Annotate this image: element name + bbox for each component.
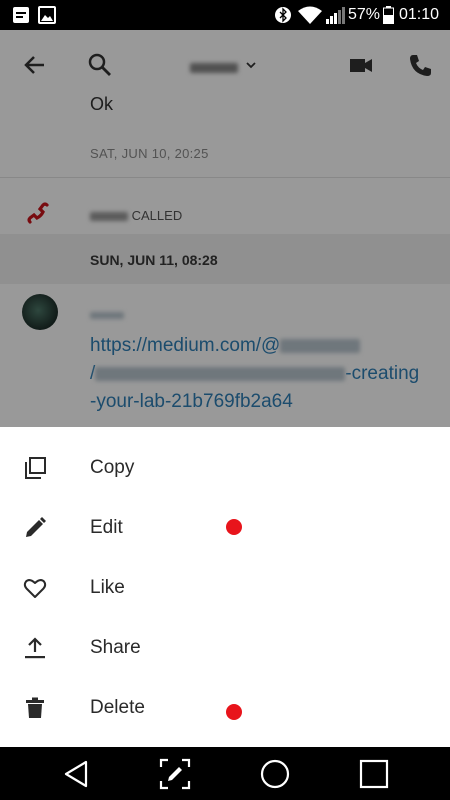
share-upload-icon [25, 637, 45, 659]
wifi-icon [298, 6, 322, 24]
home-circle-icon[interactable] [258, 757, 292, 791]
back-triangle-icon[interactable] [60, 757, 94, 791]
signal-icon [326, 7, 345, 24]
like-label: Like [90, 577, 125, 598]
copy-action[interactable]: Copy [0, 438, 450, 498]
recents-square-icon[interactable] [357, 757, 391, 791]
status-bar: 57% 01:10 [0, 0, 450, 30]
delete-action[interactable]: Delete [0, 678, 450, 738]
copy-label: Copy [90, 457, 135, 478]
edit-label: Edit [90, 517, 123, 538]
delete-marker-dot [226, 704, 242, 720]
battery-icon [383, 6, 394, 24]
trash-icon [26, 697, 44, 718]
share-action[interactable]: Share [0, 618, 450, 678]
like-action[interactable]: Like [0, 558, 450, 618]
edit-screen-icon[interactable] [158, 757, 192, 791]
heart-icon [23, 579, 47, 598]
navigation-bar [0, 747, 450, 800]
pencil-icon [26, 517, 46, 537]
gallery-icon [38, 6, 56, 24]
notification-icon [13, 7, 29, 23]
delete-label: Delete [90, 697, 145, 718]
message-actions-sheet: Copy Edit Like Share Delete [0, 427, 450, 747]
edit-action[interactable]: Edit [0, 498, 450, 558]
bluetooth-icon [275, 7, 291, 23]
edit-marker-dot [226, 519, 242, 535]
battery-percent: 57% [348, 6, 381, 23]
scrim-overlay[interactable] [0, 30, 450, 427]
copy-icon [25, 457, 46, 479]
clock: 01:10 [399, 6, 440, 23]
share-label: Share [90, 637, 141, 658]
